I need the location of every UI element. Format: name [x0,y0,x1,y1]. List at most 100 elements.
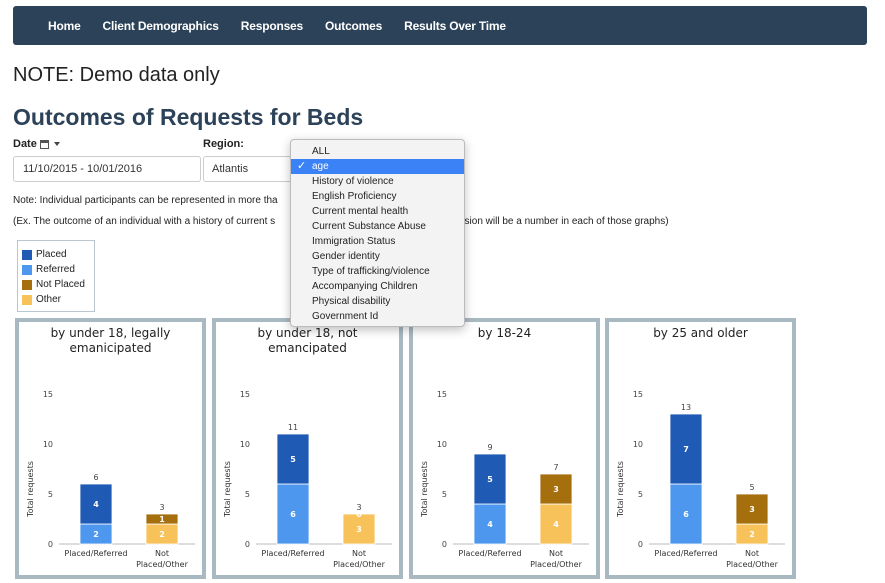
x-category-label: Placed/Other [333,560,385,569]
bar-value-label: 5 [290,455,296,464]
chart-panel-18-24: by 18-24 0 5 10 15 Total requests 4 5 9 Placed/R… [409,318,600,579]
legend-item-not-placed: Not Placed [22,277,90,292]
dropdown-option-accompanying-children[interactable]: Accompanying Children [291,279,464,294]
calendar-icon [39,139,49,149]
x-category-label: Placed/Referred [261,549,324,558]
y-tick-label: 15 [437,390,447,399]
dropdown-option-gender-identity[interactable]: Gender identity [291,249,464,264]
nav-results-over-time[interactable]: Results Over Time [404,19,506,33]
y-axis-label: Total requests [616,461,625,518]
x-category-label: Not [549,549,563,558]
nav-home[interactable]: Home [48,19,81,33]
legend-swatch-placed [22,249,32,260]
chart-svg: 0 5 10 15 Total requests 6 5 11 Placed/Referred 3… [223,390,392,569]
note-example-end: ession will be a number in each of those… [454,216,669,227]
y-tick-label: 15 [240,390,250,399]
note-multiple-representation: Note: Individual participants can be rep… [13,195,278,206]
demo-note: NOTE: Demo data only [13,64,220,86]
bar-value-label: 3 [553,485,559,494]
nav-responses[interactable]: Responses [241,19,303,33]
bar-value-label: 4 [487,520,493,529]
legend-item-placed: Placed [22,247,90,262]
bar-value-label: 3 [356,525,362,534]
bar-value-label: 6 [290,510,296,519]
caret-down-icon [53,142,60,146]
legend-label-placed: Placed [36,249,67,260]
y-tick-label: 10 [43,440,53,449]
x-category-label: Placed/Other [136,560,188,569]
dropdown-option-type-of-trafficking[interactable]: Type of trafficking/violence [291,264,464,279]
dropdown-option-immigration-status[interactable]: Immigration Status [291,234,464,249]
y-tick-label: 5 [48,490,53,499]
dropdown-option-physical-disability[interactable]: Physical disability [291,294,464,309]
bar-total-label: 13 [681,403,691,412]
note-example: (Ex. The outcome of an individual with a… [13,216,276,227]
nav-client-demographics[interactable]: Client Demographics [103,19,219,33]
bar-total-label: 3 [356,503,361,512]
x-category-label: Not [155,549,169,558]
y-tick-label: 15 [43,390,53,399]
y-tick-label: 5 [245,490,250,499]
bar-total-label: 6 [93,473,98,482]
y-tick-label: 5 [442,490,447,499]
bar-total-label: 3 [159,503,164,512]
x-category-label: Placed/Other [726,560,778,569]
bar-total-label: 9 [487,443,492,452]
dropdown-option-current-substance-abuse[interactable]: Current Substance Abuse [291,219,464,234]
bar-value-label: 2 [159,530,165,539]
dropdown-option-english-proficiency[interactable]: English Proficiency [291,189,464,204]
date-label-text: Date [13,138,37,150]
chart-panel-under-18-emancipated: by under 18, legally emanicipated 0 5 10 15… [15,318,206,579]
dropdown-option-history-of-violence[interactable]: History of violence [291,174,464,189]
page-title: Outcomes of Requests for Beds [13,104,364,130]
bar-value-label: 2 [749,530,755,539]
y-tick-label: 0 [245,540,250,549]
nav-outcomes[interactable]: Outcomes [325,19,382,33]
date-range-input[interactable]: 11/10/2015 - 10/01/2016 [13,156,201,182]
y-tick-label: 10 [437,440,447,449]
y-axis-label: Total requests [420,461,429,518]
chart-legend: Placed Referred Not Placed Other [17,240,95,312]
chart-svg: 0 5 10 15 Total requests 6 7 13 Placed/Referred 2… [616,390,785,569]
x-category-label: Not [352,549,366,558]
bar-value-label: 4 [553,520,559,529]
x-category-label: Placed/Referred [654,549,717,558]
region-label: Region: [203,138,244,150]
dropdown-option-government-id[interactable]: Government Id [291,309,464,324]
bar-total-label: 5 [749,483,754,492]
category-dropdown-menu[interactable]: ALL ✓ age History of violence English Pro… [290,139,465,327]
bar-value-label: 1 [159,515,165,524]
checkmark-icon: ✓ [297,160,307,172]
bar-value-label: 2 [93,530,99,539]
legend-swatch-not-placed [22,279,32,290]
y-tick-label: 10 [633,440,643,449]
legend-label-other: Other [36,294,62,305]
y-tick-label: 15 [633,390,643,399]
dropdown-option-current-mental-health[interactable]: Current mental health [291,204,464,219]
bar-total-label: 7 [553,463,558,472]
chart-svg: 0 5 10 15 Total requests 2 4 6 Placed/Referred 2 1… [26,390,195,569]
dropdown-option-all[interactable]: ALL [291,144,464,159]
chart-panel-under-18-not-emancipated: by under 18, not emancipated 0 5 10 15 Total… [212,318,403,579]
legend-label-referred: Referred [36,264,75,275]
date-filter-label[interactable]: Date [13,138,60,150]
chart-panel-25-and-older: by 25 and older 0 5 10 15 Total requests 6 7 13… [605,318,796,579]
bar-value-label: 3 [749,505,755,514]
region-select[interactable]: Atlantis [203,156,293,182]
y-tick-label: 0 [638,540,643,549]
bar-value-label: 7 [683,445,689,454]
x-category-label: Not [745,549,759,558]
bar-value-label: 6 [683,510,689,519]
dropdown-option-age[interactable]: ✓ age [291,159,464,174]
legend-item-other: Other [22,292,90,307]
bar-value-label: 4 [93,500,99,509]
y-tick-label: 0 [442,540,447,549]
y-axis-label: Total requests [26,461,35,518]
x-category-label: Placed/Other [530,560,582,569]
y-axis-label: Total requests [223,461,232,518]
y-tick-label: 10 [240,440,250,449]
y-tick-label: 5 [638,490,643,499]
bar-total-label: 11 [288,423,298,432]
x-category-label: Placed/Referred [64,549,127,558]
chart-svg: 0 5 10 15 Total requests 4 5 9 Placed/Referred 4 3… [420,390,589,569]
